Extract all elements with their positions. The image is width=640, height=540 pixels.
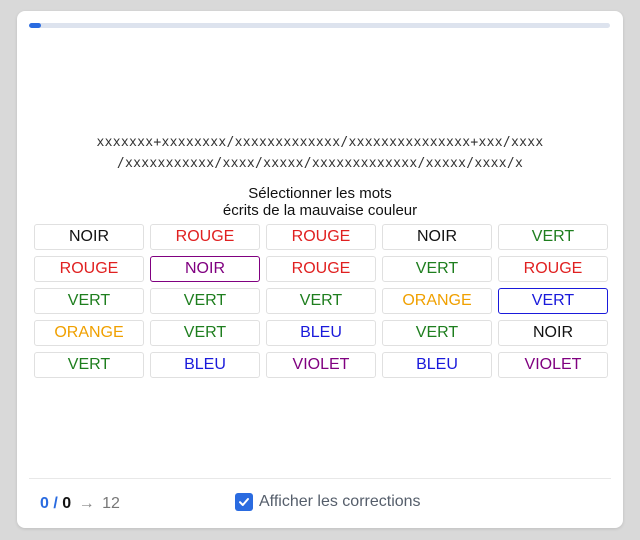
instruction-line-1: Sélectionner les mots (248, 185, 392, 202)
word-button[interactable]: ROUGE (150, 224, 260, 250)
progress-bar (29, 23, 610, 28)
checkbox[interactable] (235, 493, 253, 511)
arrow-right-icon: → (78, 495, 95, 512)
show-corrections-label: Afficher les corrections (259, 493, 421, 510)
word-button[interactable]: VERT (498, 224, 608, 250)
score-display: 0 / 0 → 12 (40, 495, 120, 513)
word-button[interactable]: ORANGE (34, 320, 144, 346)
word-button[interactable]: BLEU (150, 352, 260, 378)
word-button[interactable]: ORANGE (382, 288, 492, 314)
word-button[interactable]: ROUGE (34, 256, 144, 282)
progress-fill (29, 23, 41, 28)
instruction-line-2: écrits de la mauvaise couleur (222, 202, 418, 219)
word-button[interactable]: BLEU (382, 352, 492, 378)
score-correct: 0 (40, 495, 49, 512)
word-button[interactable]: VERT (150, 320, 260, 346)
word-button[interactable]: ROUGE (498, 256, 608, 282)
instruction-text: Sélectionner les mots écrits de la mauva… (17, 185, 623, 219)
word-button[interactable]: BLEU (266, 320, 376, 346)
word-button[interactable]: NOIR (150, 256, 260, 282)
word-button[interactable]: VERT (34, 352, 144, 378)
show-corrections-toggle[interactable]: Afficher les corrections (235, 493, 421, 511)
word-button[interactable]: VERT (34, 288, 144, 314)
sequence-line-1: xxxxxxx+xxxxxxxx/xxxxxxxxxxxxx/xxxxxxxxx… (96, 135, 544, 150)
sequence-line-2: /xxxxxxxxxxx/xxxx/xxxxx/xxxxxxxxxxxxx/xx… (116, 156, 524, 171)
word-button[interactable]: VERT (266, 288, 376, 314)
score-target: 12 (102, 495, 120, 512)
score-separator: / (48, 495, 63, 512)
game-card: xxxxxxx+xxxxxxxx/xxxxxxxxxxxxx/xxxxxxxxx… (17, 11, 623, 528)
word-button[interactable]: VIOLET (498, 352, 608, 378)
word-button[interactable]: NOIR (34, 224, 144, 250)
word-button[interactable]: VIOLET (266, 352, 376, 378)
footer: 0 / 0 → 12 Afficher les corrections (29, 478, 611, 529)
checkmark-icon (239, 498, 249, 506)
word-button[interactable]: ROUGE (266, 256, 376, 282)
word-button[interactable]: VERT (498, 288, 608, 314)
word-button[interactable]: VERT (382, 320, 492, 346)
word-button[interactable]: VERT (150, 288, 260, 314)
word-button[interactable]: VERT (382, 256, 492, 282)
word-button[interactable]: NOIR (498, 320, 608, 346)
word-button[interactable]: ROUGE (266, 224, 376, 250)
sequence-display: xxxxxxx+xxxxxxxx/xxxxxxxxxxxxx/xxxxxxxxx… (17, 132, 623, 174)
word-grid: NOIR ROUGE ROUGE NOIR VERT ROUGE NOIR ROUGE VERT… (34, 224, 608, 378)
word-button[interactable]: NOIR (382, 224, 492, 250)
score-total: 0 (62, 495, 72, 512)
